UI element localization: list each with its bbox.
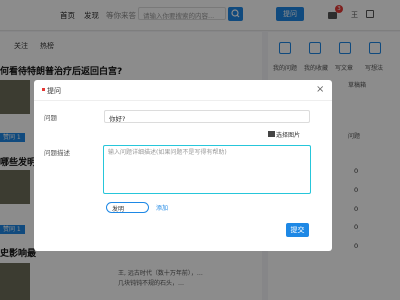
- ask-question-dialog: 提问 × 问题 你好? 选择图片 问题描述 输入问题详细描述(如果问题不是写得有…: [34, 80, 332, 251]
- description-textarea[interactable]: 输入问题详细描述(如果问题不是写得有帮助): [103, 145, 311, 194]
- question-label: 问题: [44, 114, 57, 122]
- image-icon[interactable]: [268, 131, 275, 137]
- dialog-header: 提问 ×: [34, 80, 332, 101]
- tag-input[interactable]: 发明: [106, 202, 149, 213]
- close-icon[interactable]: ×: [316, 84, 324, 95]
- dialog-title: 提问: [47, 87, 61, 95]
- submit-button[interactable]: 提交: [286, 223, 309, 237]
- add-tag-link[interactable]: 添加: [156, 203, 168, 212]
- description-label: 问题描述: [44, 149, 70, 157]
- title-marker-icon: [42, 88, 45, 91]
- question-input[interactable]: 你好?: [104, 110, 310, 123]
- choose-picture-link[interactable]: 选择图片: [276, 130, 300, 139]
